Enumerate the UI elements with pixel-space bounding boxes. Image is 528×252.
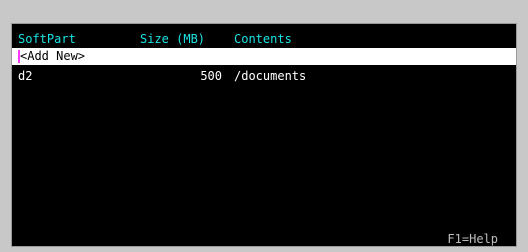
softpart-size-cell: 500 xyxy=(200,69,222,83)
column-header-size: Size (MB) xyxy=(140,32,206,46)
add-new-row[interactable]: <Add New> xyxy=(12,48,516,65)
column-header-row: SoftPart Size (MB) Contents xyxy=(18,30,510,48)
softpart-contents-cell: /documents xyxy=(234,69,307,83)
add-new-label: <Add New> xyxy=(20,49,86,63)
screen: SoftPart Size (MB) Contents <Add New> d2… xyxy=(0,0,528,252)
softpart-row[interactable]: d2 500 /documents xyxy=(12,68,516,85)
softpart-terminal-panel: SoftPart Size (MB) Contents <Add New> d2… xyxy=(12,24,516,246)
column-header-contents: Contents xyxy=(234,32,292,46)
footer-help-hint: F1=Help xyxy=(447,232,498,246)
softpart-name-cell: d2 xyxy=(18,69,33,83)
column-header-softpart: SoftPart xyxy=(18,32,76,46)
